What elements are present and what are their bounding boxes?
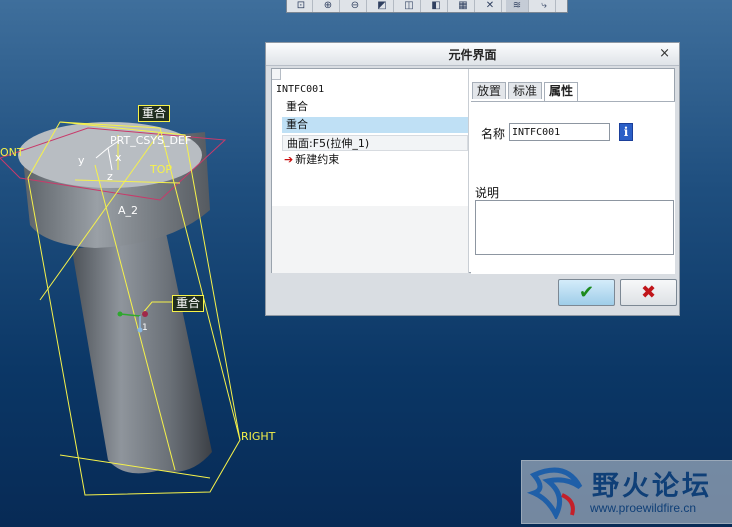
properties-panel: 名称 i 说明 bbox=[471, 101, 675, 274]
component-interface-dialog: 元件界面 × INTFC001 重合 重合 曲面:F5(拉伸_1) ➔ 新建约束 … bbox=[265, 42, 680, 316]
tree-root[interactable]: INTFC001 bbox=[276, 82, 324, 97]
tab-properties[interactable]: 属性 bbox=[544, 82, 579, 101]
zoom-out-icon[interactable]: ⊖ bbox=[344, 0, 367, 12]
constraint-tree: INTFC001 重合 重合 曲面:F5(拉伸_1) ➔ 新建约束 bbox=[272, 69, 469, 273]
tree-empty-area bbox=[272, 206, 468, 273]
axis-label[interactable]: A_2 bbox=[118, 204, 138, 217]
view-toolbar: ⊡ ⊕ ⊖ ◩ ◫ ◧ ▦ ✕ ≋ ⤷ bbox=[286, 0, 568, 13]
ok-button[interactable]: ✔ bbox=[558, 279, 615, 306]
dialog-titlebar[interactable]: 元件界面 × bbox=[266, 43, 679, 66]
description-input[interactable] bbox=[475, 200, 674, 255]
zoom-in-icon[interactable]: ⊕ bbox=[317, 0, 340, 12]
gizmo-label: 1 bbox=[142, 323, 148, 333]
cancel-button[interactable]: ✖ bbox=[620, 279, 677, 306]
csys-y-label: y bbox=[78, 154, 85, 167]
forum-url: www.proewildfire.cn bbox=[590, 501, 697, 515]
tab-placement[interactable]: 放置 bbox=[472, 82, 507, 99]
csys-icon[interactable]: ⤷ bbox=[533, 0, 556, 12]
datum-label-top[interactable]: TOP bbox=[150, 163, 172, 176]
csys-x-label: x bbox=[115, 151, 122, 164]
close-icon[interactable]: × bbox=[659, 46, 670, 61]
csys-z-label: z bbox=[107, 170, 113, 183]
dialog-content: INTFC001 重合 重合 曲面:F5(拉伸_1) ➔ 新建约束 放置 标准 属… bbox=[271, 68, 675, 274]
datum-label-right[interactable]: RIGHT bbox=[241, 430, 275, 443]
datum-label-front[interactable]: ONT bbox=[0, 146, 24, 159]
arrow-right-icon: ➔ bbox=[284, 153, 294, 166]
repaint-icon[interactable]: ◩ bbox=[371, 0, 394, 12]
csys-label[interactable]: PRT_CSYS_DEF bbox=[110, 134, 191, 147]
orient-icon[interactable]: ◫ bbox=[398, 0, 421, 12]
tree-item-surface[interactable]: 曲面:F5(拉伸_1) bbox=[282, 135, 468, 151]
forum-watermark: 野火论坛 www.proewildfire.cn bbox=[521, 460, 732, 524]
tab-bar: 放置 标准 属性 bbox=[472, 82, 580, 101]
new-constraint-item[interactable]: ➔ 新建约束 bbox=[284, 152, 339, 167]
dialog-footer: ✔ ✖ bbox=[271, 275, 677, 311]
description-label: 说明 bbox=[475, 186, 500, 200]
display-icon[interactable]: ≋ bbox=[506, 0, 529, 12]
forum-name: 野火论坛 bbox=[592, 471, 712, 502]
info-icon[interactable]: i bbox=[619, 123, 633, 141]
name-label: 名称 bbox=[481, 127, 506, 141]
tree-collapse-tab[interactable] bbox=[272, 69, 281, 80]
constraint-tag-mid[interactable]: 重合 bbox=[172, 295, 205, 312]
forum-logo-icon bbox=[526, 467, 583, 519]
tree-item-coincident-2[interactable]: 重合 bbox=[282, 117, 468, 133]
constraint-tag-top[interactable]: 重合 bbox=[138, 105, 171, 122]
view-icon[interactable]: ◧ bbox=[425, 0, 448, 12]
tab-standard[interactable]: 标准 bbox=[508, 82, 543, 99]
bolt-shaft bbox=[72, 228, 212, 474]
layer-icon[interactable]: ▦ bbox=[452, 0, 475, 12]
tree-item-coincident-1[interactable]: 重合 bbox=[286, 99, 308, 114]
datum-icon[interactable]: ✕ bbox=[479, 0, 502, 12]
name-input[interactable] bbox=[509, 123, 610, 141]
zoom-fit-icon[interactable]: ⊡ bbox=[290, 0, 313, 12]
new-constraint-label: 新建约束 bbox=[295, 153, 340, 166]
dialog-title: 元件界面 bbox=[448, 48, 497, 62]
